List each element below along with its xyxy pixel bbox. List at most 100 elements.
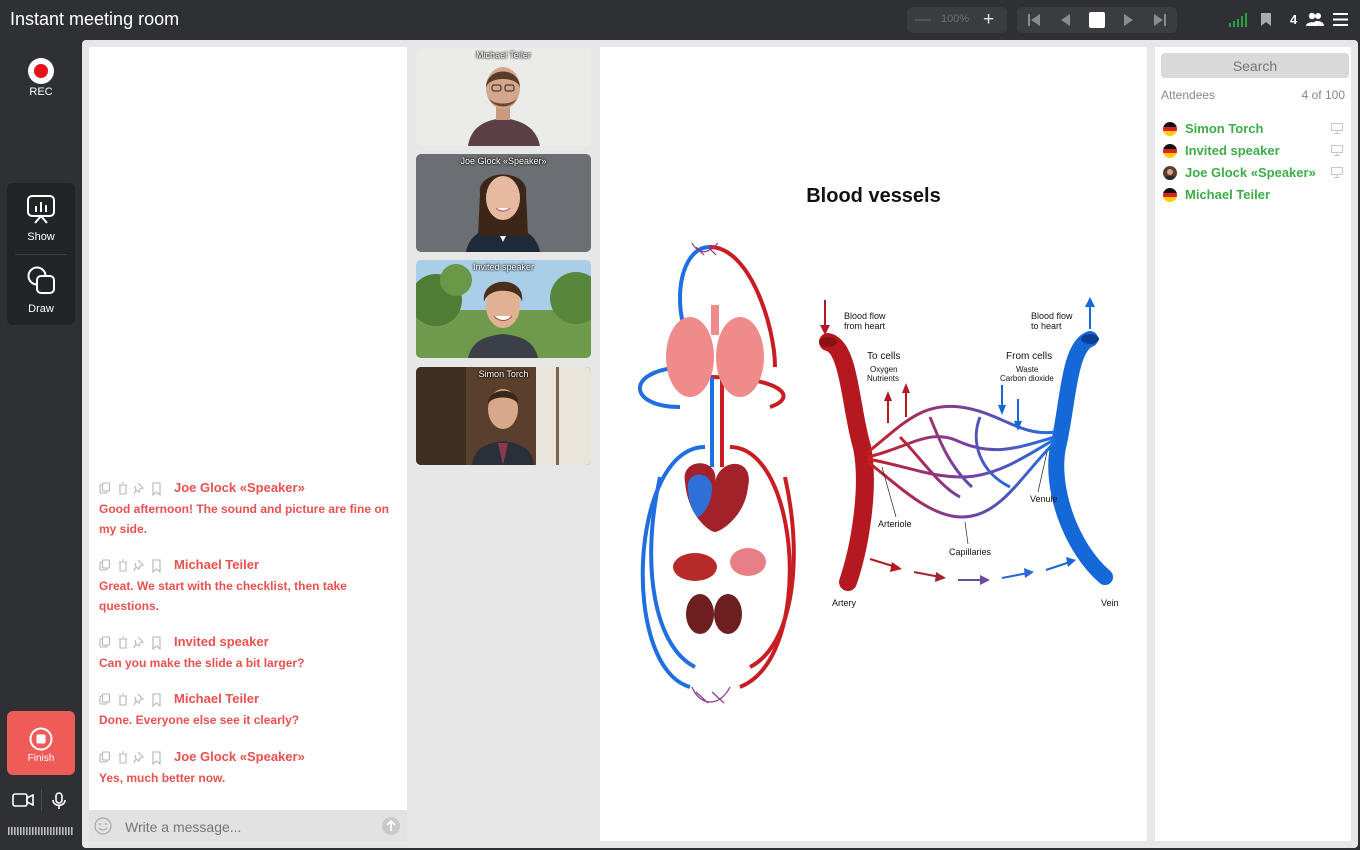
video-tile[interactable]: Invited speaker xyxy=(416,260,591,358)
attendee-name: Simon Torch xyxy=(1185,121,1264,136)
current-page-indicator xyxy=(1089,12,1105,28)
attendee-search-input[interactable] xyxy=(1161,53,1349,78)
video-tile[interactable]: Joe Glock «Speaker» xyxy=(416,154,591,252)
finish-label: Finish xyxy=(27,753,55,764)
presentation-icon xyxy=(27,195,55,224)
message-author[interactable]: Michael Teiler xyxy=(174,691,259,706)
window-title: Instant meeting room xyxy=(10,9,180,29)
trachea xyxy=(711,305,719,335)
message-actions[interactable] xyxy=(99,751,169,765)
germany-flag-icon xyxy=(1163,122,1177,136)
attendees-label: Attendees xyxy=(1161,88,1216,102)
zoom-out-button[interactable]: — xyxy=(915,11,931,29)
show-button[interactable]: Show xyxy=(7,183,75,251)
chat-message: Michael Teiler Great. We start with the … xyxy=(99,556,399,616)
message-actions[interactable] xyxy=(99,693,169,707)
label-nutrients: Nutrients xyxy=(867,374,900,383)
chat-panel: Joe Glock «Speaker» Good afternoon! The … xyxy=(89,47,407,841)
finish-button[interactable]: Finish xyxy=(7,711,75,775)
label-blood-flow-from-heart: Blood flow from heart xyxy=(844,311,886,331)
video-name: Joe Glock «Speaker» xyxy=(460,156,547,166)
label-vein: Vein xyxy=(1101,598,1119,608)
video-name: Invited speaker xyxy=(472,262,535,272)
lungs xyxy=(716,317,764,397)
draw-label: Draw xyxy=(28,303,54,315)
label-artery: Artery xyxy=(832,598,857,608)
message-author[interactable]: Michael Teiler xyxy=(174,557,259,572)
message-actions[interactable] xyxy=(99,559,169,573)
chat-message: Joe Glock «Speaker» Yes, much better now… xyxy=(99,748,399,788)
vein-opening xyxy=(1081,334,1099,344)
emoji-icon[interactable] xyxy=(94,817,112,835)
show-label: Show xyxy=(27,231,55,243)
attendee-name: Invited speaker xyxy=(1185,143,1280,158)
zoom-level: 100% xyxy=(941,13,970,25)
participant-count: 4 xyxy=(1290,12,1298,27)
label-line: from heart xyxy=(844,321,886,331)
screen-icon[interactable] xyxy=(1331,145,1343,156)
chat-message: Invited speaker Can you make the slide a… xyxy=(99,633,399,673)
avatar-icon xyxy=(1163,166,1177,180)
message-text: Good afternoon! The sound and picture ar… xyxy=(99,502,390,536)
send-arrow-icon xyxy=(386,819,396,831)
message-author[interactable]: Joe Glock «Speaker» xyxy=(174,480,305,495)
capillary-bed xyxy=(867,404,1057,519)
screen-icon[interactable] xyxy=(1331,167,1343,178)
send-button[interactable] xyxy=(382,817,400,835)
microphone-icon[interactable] xyxy=(52,792,66,810)
artery-opening xyxy=(819,337,837,347)
label-arteriole: Arteriole xyxy=(878,519,912,529)
bookmark-icon[interactable] xyxy=(1260,12,1272,27)
label-blood-flow-to-heart: Blood flow to heart xyxy=(1031,311,1073,331)
label-line: Blood flow xyxy=(1031,311,1073,321)
prev-page-icon[interactable] xyxy=(1059,13,1073,27)
audio-level-meter xyxy=(8,827,73,835)
tool-group: Show Draw xyxy=(7,183,75,325)
germany-flag-icon xyxy=(1163,144,1177,158)
record-button[interactable]: REC xyxy=(14,58,68,102)
circulatory-diagram xyxy=(637,242,1113,704)
attendee-item[interactable]: Michael Teiler xyxy=(1161,185,1347,205)
video-tile[interactable]: Simon Torch xyxy=(416,367,591,465)
attendee-item[interactable]: Joe Glock «Speaker» xyxy=(1161,163,1347,183)
shapes-icon xyxy=(27,266,55,294)
last-page-icon[interactable] xyxy=(1153,13,1167,27)
draw-button[interactable]: Draw xyxy=(7,257,75,325)
chat-input-bar xyxy=(89,810,407,841)
attendee-name: Michael Teiler xyxy=(1185,187,1271,202)
lungs xyxy=(666,317,714,397)
label-venule: Venule xyxy=(1030,494,1058,504)
attendee-name: Joe Glock «Speaker» xyxy=(1185,165,1316,180)
message-author[interactable]: Invited speaker xyxy=(174,634,269,649)
label-leader-lines xyxy=(881,451,1048,545)
message-author[interactable]: Joe Glock «Speaker» xyxy=(174,749,305,764)
participant-video xyxy=(416,367,591,465)
message-input[interactable] xyxy=(123,816,367,838)
zoom-in-button[interactable]: + xyxy=(983,9,994,31)
label-line: to heart xyxy=(1031,321,1062,331)
label-carbon-dioxide: Carbon dioxide xyxy=(1000,374,1054,383)
attendee-item[interactable]: Invited speaker xyxy=(1161,141,1347,161)
label-from-cells: From cells xyxy=(1006,351,1053,362)
message-text: Great. We start with the checklist, then… xyxy=(99,579,347,613)
signal-icon xyxy=(1229,13,1247,27)
users-icon[interactable] xyxy=(1306,12,1324,27)
next-page-icon[interactable] xyxy=(1121,13,1135,27)
presentation-slide: Blood vessels Blood flow from heart Bloo… xyxy=(600,47,1147,841)
message-actions[interactable] xyxy=(99,636,169,650)
record-icon xyxy=(28,58,54,84)
video-tile[interactable]: Michael Teiler xyxy=(416,48,591,146)
intestine xyxy=(730,548,766,576)
label-oxygen: Oxygen xyxy=(870,365,898,374)
message-text: Can you make the slide a bit larger? xyxy=(99,656,305,670)
screen-icon[interactable] xyxy=(1331,123,1343,134)
germany-flag-icon xyxy=(1163,188,1177,202)
menu-icon[interactable] xyxy=(1333,13,1348,26)
message-actions[interactable] xyxy=(99,482,169,496)
first-page-icon[interactable] xyxy=(1027,13,1041,27)
attendees-count: 4 of 100 xyxy=(1301,88,1345,102)
chat-message: Michael Teiler Done. Everyone else see i… xyxy=(99,690,399,730)
label-capillaries: Capillaries xyxy=(949,547,992,557)
attendee-item[interactable]: Simon Torch xyxy=(1161,119,1347,139)
camera-icon[interactable] xyxy=(12,792,34,808)
